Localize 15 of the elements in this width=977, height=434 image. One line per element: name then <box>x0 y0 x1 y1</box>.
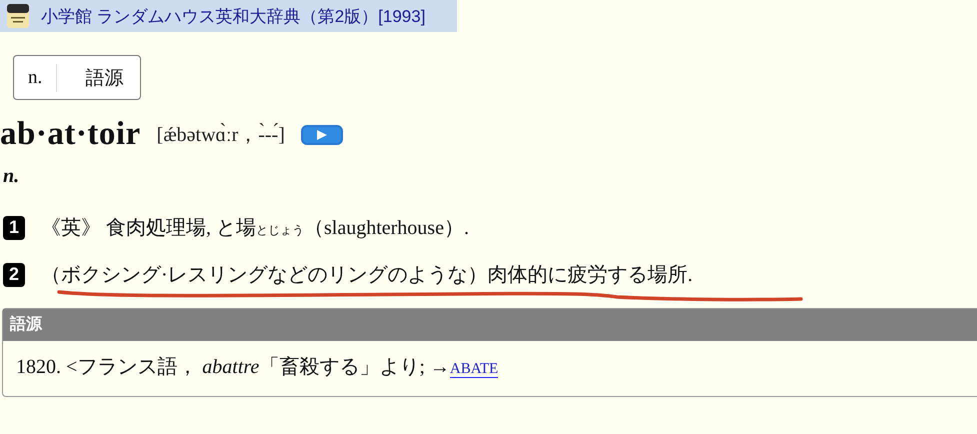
pronunciation: [ǽbətwɑ̀ːr，-̀--́] <box>156 122 285 148</box>
etymology-heading: 語源 <box>3 309 977 341</box>
etymology-text: 1820. <フランス語， abattre「畜殺する」より; →ABATE <box>16 356 498 378</box>
cross-reference-link[interactable]: ABATE <box>450 361 498 378</box>
sense-number: 2 <box>3 262 25 286</box>
headword: ab·at·toir <box>0 116 141 153</box>
jump-link[interactable]: 語源 <box>57 64 138 90</box>
play-icon <box>316 130 328 140</box>
part-of-speech: n. <box>3 165 20 188</box>
jump-link[interactable]: n. <box>14 66 56 88</box>
book-icon <box>7 4 29 28</box>
sense-text: （ボクシング·レスリングなどのリングのような）肉体的に疲労する場所. <box>41 263 693 288</box>
dictionary-title: 小学館 ランダムハウス英和大辞典（第2版）[1993] <box>41 6 426 28</box>
play-button[interactable] <box>300 124 343 144</box>
sense-number: 1 <box>3 216 25 240</box>
